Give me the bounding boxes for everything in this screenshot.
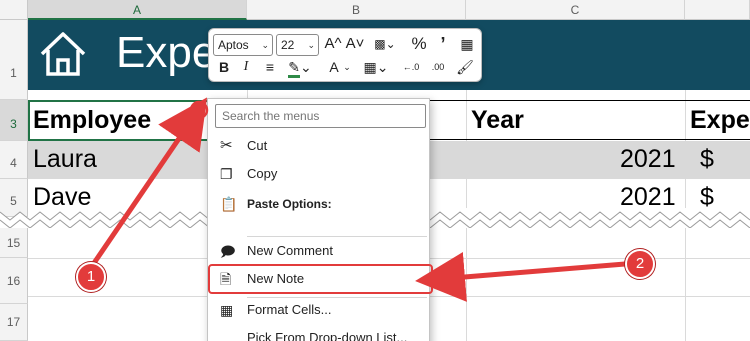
annotation-badge-2: 2 xyxy=(625,249,655,279)
annotation-arrows xyxy=(89,97,626,302)
click-target-circle xyxy=(189,100,209,120)
arrow-2 xyxy=(415,252,626,302)
arrow-1 xyxy=(89,97,208,268)
annotation-badge-1: 1 xyxy=(76,262,106,292)
